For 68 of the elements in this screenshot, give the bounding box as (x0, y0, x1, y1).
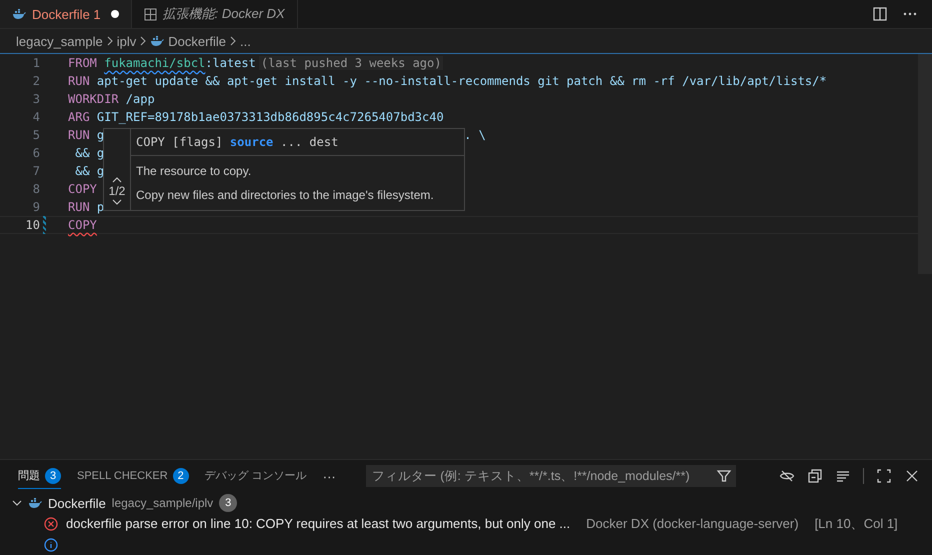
problem-location: [Ln 10、Col 1] (814, 514, 898, 533)
code-token: apt-get update && apt-get install -y --no-install-recommends git patch && rm -rf /var/lib/apt/lists/* (96, 74, 827, 88)
problem-source: Docker DX (docker-language-server) (586, 516, 799, 532)
chevron-icon (140, 36, 146, 46)
problem-group[interactable]: Dockerfile legacy_sample/iplv 3 (0, 492, 932, 514)
editor-tab[interactable]: Dockerfile 1 (0, 0, 132, 28)
documentation-text: Copy new files and directories to the image's filesystem. (135, 187, 435, 204)
file-path: legacy_sample/iplv (112, 496, 214, 510)
line-number: 3 (32, 92, 40, 106)
line-number: 9 (32, 200, 40, 214)
whale-icon (28, 498, 42, 508)
count-badge: 3 (45, 468, 61, 484)
signature-counter: 1/2 (108, 184, 126, 198)
maximize-icon[interactable] (876, 468, 892, 484)
line-number: 1 (32, 56, 40, 70)
scrollbar[interactable] (918, 54, 932, 274)
extensions-icon (144, 8, 157, 20)
code-token: && g (74, 146, 104, 160)
code-token: RUN (68, 128, 90, 142)
line-number: 7 (32, 164, 40, 178)
filter-icon[interactable] (716, 468, 732, 484)
code-token: . \ (464, 128, 486, 142)
code-token: COPY (68, 218, 97, 232)
filter-field[interactable]: フィルター (例: テキスト、**/*.ts、!**/node_modules/**) (366, 465, 736, 488)
more-button[interactable]: ··· (322, 468, 336, 484)
code-token: p (96, 200, 104, 214)
line-number: 10 (24, 218, 40, 232)
signature-text: COPY [flags] source ... dest (131, 129, 464, 156)
line-number: 5 (32, 128, 40, 142)
file-name: Dockerfile (48, 496, 106, 511)
panel-tab[interactable]: SPELL CHECKER 2 (77, 464, 189, 489)
chevron-icon (106, 36, 113, 46)
chevron-icon (230, 36, 236, 46)
code-token: fukamachi/sbcl (104, 56, 206, 70)
chevron-icon[interactable] (12, 498, 22, 508)
whale-icon (12, 9, 26, 19)
chevron-down-icon[interactable] (112, 198, 122, 206)
parameter-doc: The resource to copy. (135, 163, 252, 178)
line-number: 2 (32, 74, 40, 88)
editor-tab[interactable]: 拡張機能: Docker DX (132, 0, 298, 28)
problem-message[interactable]: dockerfile parse error on line 10: COPY requires at least two arguments, but only one ... (66, 516, 570, 532)
breadcrumb-item[interactable]: Dockerfile (168, 34, 226, 48)
panel-tab[interactable]: デバッグ コンソール (204, 464, 307, 489)
whale-icon (150, 36, 164, 46)
code-token: :latest (205, 56, 256, 70)
line-number: 6 (32, 146, 40, 160)
split-editor-icon[interactable] (872, 6, 888, 22)
code-token: GIT_REF=89178b1ae0373313db86d895c4c7265407bd3c40 (96, 110, 444, 124)
code-token: FROM (68, 56, 98, 70)
code-token: RUN (68, 74, 90, 88)
breadcrumb-item[interactable]: iplv (116, 34, 136, 48)
chevron-up-icon[interactable] (112, 176, 122, 184)
line-number: 8 (32, 182, 40, 196)
breadcrumb-item[interactable]: legacy_sample (16, 34, 103, 48)
breadcrumb-item[interactable]: ... (240, 34, 251, 48)
code-token: && g (74, 164, 104, 178)
code-token: RUN (68, 200, 90, 214)
collapse-all-icon[interactable] (807, 468, 823, 484)
line-number: 4 (32, 110, 40, 124)
panel-tab[interactable]: 問題 3 (18, 464, 61, 489)
code-token: WORKDIR (68, 92, 119, 106)
code-token: /app (124, 92, 155, 106)
count-badge: 3 (219, 494, 238, 512)
inlay-hint: (last pushed 3 weeks ago) (258, 56, 444, 70)
code-token: ARG (68, 110, 90, 124)
code-token: COPY (68, 182, 97, 196)
count-badge: 2 (172, 468, 189, 484)
code-token: g (96, 128, 104, 142)
